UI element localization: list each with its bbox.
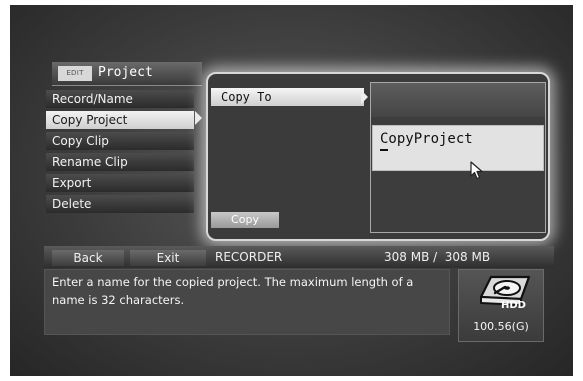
text-cursor — [380, 149, 388, 151]
menu-item-copy-project[interactable]: Copy Project — [46, 111, 194, 129]
help-message: Enter a name for the copied project. The… — [52, 275, 414, 307]
hdd-capacity: 100.56(G) — [473, 320, 529, 333]
menu-item-export[interactable]: Export — [46, 174, 194, 192]
destination-header — [371, 83, 545, 117]
copy-button[interactable]: Copy — [211, 212, 279, 228]
hdd-label: HDD — [501, 300, 526, 311]
menu-item-record-name[interactable]: Record/Name — [46, 90, 194, 108]
back-button[interactable]: Back — [52, 250, 124, 266]
exit-button[interactable]: Exit — [130, 250, 206, 266]
mouse-pointer-icon — [470, 161, 483, 180]
screen: EDIT Project Record/Name Copy Project Co… — [10, 5, 573, 376]
project-name-value: CopyProject — [380, 131, 473, 147]
destination-label: RECORDER — [215, 250, 283, 264]
edit-badge: EDIT — [58, 66, 92, 81]
menu-item-rename-clip[interactable]: Rename Clip — [46, 153, 194, 171]
right-arrow-icon — [195, 111, 202, 125]
menu-item-delete[interactable]: Delete — [46, 195, 194, 213]
menu-item-copy-clip[interactable]: Copy Clip — [46, 132, 194, 150]
storage-usage: 308 MB / 308 MB — [384, 250, 491, 264]
copy-to-option[interactable]: Copy To — [211, 88, 364, 106]
page-title: Project — [98, 65, 153, 80]
right-arrow-icon — [361, 90, 368, 104]
